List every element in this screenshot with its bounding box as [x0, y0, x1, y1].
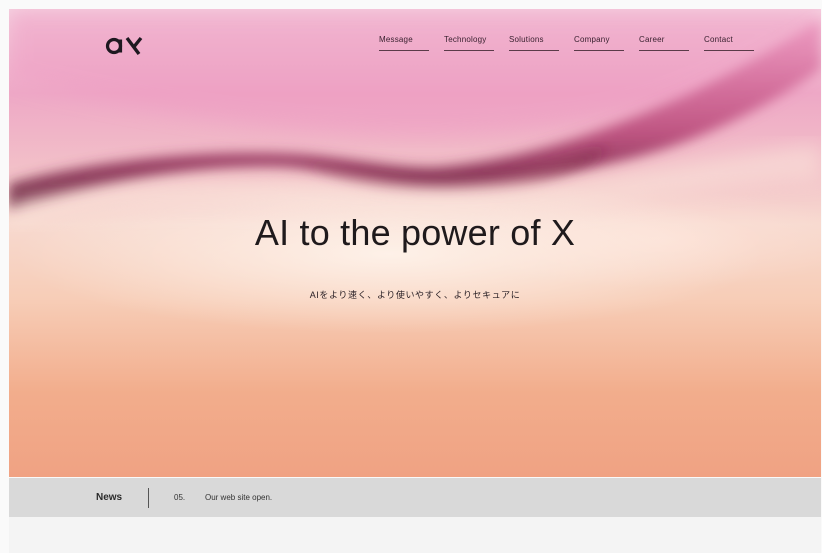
- hero-section: Message Technology Solutions Company Car…: [9, 9, 821, 477]
- news-bar: News 05. Our web site open.: [9, 478, 821, 517]
- content-area: [9, 517, 821, 553]
- nav-item-technology[interactable]: Technology: [444, 35, 494, 51]
- ax-logo-mark: [105, 36, 143, 56]
- nav-item-career[interactable]: Career: [639, 35, 689, 51]
- news-divider: [148, 488, 149, 508]
- ax-logo[interactable]: [105, 35, 151, 62]
- nav-item-message[interactable]: Message: [379, 35, 429, 51]
- news-item-link[interactable]: Our web site open.: [205, 493, 272, 502]
- hero-headline: AI to the power of X: [254, 212, 576, 253]
- news-label: News: [96, 492, 123, 503]
- main-nav: Message Technology Solutions Company Car…: [379, 35, 754, 51]
- hero-tagline: AIをより速く、より使いやすく、よりセキュアに: [309, 290, 521, 300]
- news-item-number: 05.: [174, 493, 186, 502]
- nav-item-contact[interactable]: Contact: [704, 35, 754, 51]
- nav-item-company[interactable]: Company: [574, 35, 624, 51]
- nav-item-solutions[interactable]: Solutions: [509, 35, 559, 51]
